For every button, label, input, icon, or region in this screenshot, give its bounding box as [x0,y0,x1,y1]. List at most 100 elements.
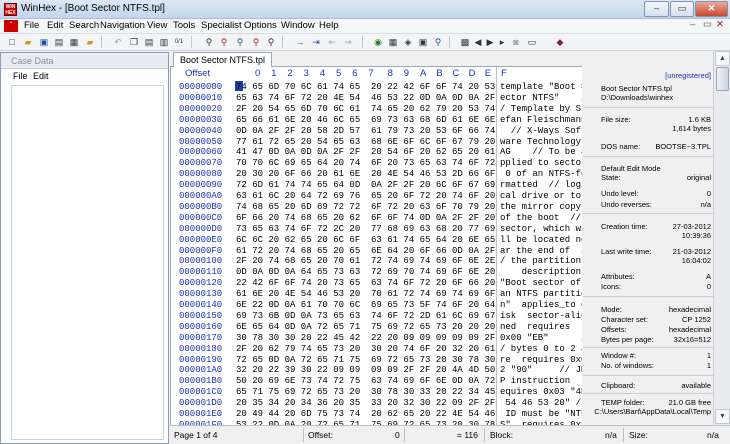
row-hex-bytes[interactable]: 6C 6C 20 62 65 20 6C 6F 63 61 74 65 64 2… [236,235,495,245]
row-text[interactable]: AG // To be a [500,147,582,157]
row-hex-bytes[interactable]: 77 61 72 65 20 54 65 63 68 6E 6F 6C 6F 6… [236,137,495,147]
find-icon[interactable]: ⚲ [203,36,215,48]
open-folder-icon[interactable]: ▰ [22,36,34,48]
row-text[interactable]: "Boot sector of [500,278,582,288]
row-text[interactable]: 0 of an NTFS-fo [500,169,582,179]
case-menu-edit[interactable]: Edit [33,71,49,81]
winhex-app-icon[interactable]: WIN HEX [4,3,17,16]
doc-minimize-button[interactable]: – [690,19,695,30]
camera-icon[interactable]: ◙ [510,36,522,48]
scroll-down-icon[interactable]: ▼ [715,409,730,424]
find-hex-icon[interactable]: ⚲ [218,36,230,48]
menu-specialist[interactable]: Specialist [201,20,242,31]
search-text-icon[interactable]: ◉ [372,36,384,48]
goto-offset-icon[interactable]: → [294,36,306,48]
row-text[interactable]: ll be located ne [500,235,582,245]
replace-hex-icon[interactable]: ⚲ [250,36,262,48]
view-icon[interactable]: ▩ [459,36,471,48]
row-hex-bytes[interactable]: 74 68 65 20 6D 69 72 72 6F 72 20 63 6F 7… [236,202,495,212]
row-hex-bytes[interactable]: 65 66 61 6E 20 46 6C 65 69 73 63 68 6D 6… [236,115,495,125]
row-text[interactable]: P instruction r [500,376,582,386]
hex-editor[interactable]: Offset 01234567 89ABCDEF 00000000 74 65 6D… [170,67,582,425]
undo-icon[interactable]: ↶ [112,36,124,48]
play-arrow-icon[interactable]: ▸ [496,36,508,48]
row-hex-bytes[interactable]: 20 35 34 20 34 36 20 35 33 20 32 30 22 0… [236,398,495,408]
zoom-icon[interactable]: ⚲ [432,36,444,48]
menu-window[interactable]: Window [281,20,315,31]
open-disk-icon[interactable]: ▰ [84,36,96,48]
row-text[interactable]: efan Fleischmann [500,115,582,125]
minimize-button[interactable]: – [644,1,669,17]
hash-icon[interactable]: ▣ [417,36,429,48]
row-text[interactable]: ID must be "NTF [500,409,582,419]
row-hex-bytes[interactable]: 6E 65 64 0D 0A 72 65 71 75 69 72 65 73 2… [236,322,495,332]
row-hex-bytes[interactable]: 2F 20 74 68 65 20 70 61 72 74 69 74 69 6… [236,256,495,266]
menu-view[interactable]: View [147,20,167,31]
row-hex-bytes[interactable]: 2F 20 62 79 74 65 73 20 30 20 74 6F 20 3… [236,344,495,354]
restore-button[interactable]: ▭ [670,1,694,17]
row-hex-bytes[interactable]: 41 47 0D 0A 0D 0A 2F 2F 20 54 6F 20 62 6… [236,147,495,157]
row-hex-bytes[interactable]: 6E 22 0D 0A 61 70 70 6C 69 65 73 5F 74 6… [236,300,495,310]
paste-icon[interactable]: ▤ [143,36,155,48]
back-icon[interactable]: ⇐ [326,36,338,48]
row-hex-bytes[interactable]: 72 65 0D 0A 72 65 71 75 69 72 65 73 20 3… [236,355,495,365]
row-text[interactable]: the mirror copy [500,202,582,212]
vertical-scrollbar[interactable]: ▲ ▼ [713,51,730,425]
document-icon[interactable]: ▭ [526,36,538,48]
row-hex-bytes[interactable]: 2F 20 54 65 6D 70 6C 61 74 65 20 62 79 2… [236,104,495,114]
row-hex-bytes[interactable]: 6F 66 20 74 68 65 20 62 6F 6F 74 0D 0A 2… [236,213,495,223]
row-text[interactable]: re requires 0x0 [500,355,582,365]
case-tree[interactable] [11,85,164,440]
row-text[interactable]: description [500,267,582,277]
row-text[interactable]: 54 46 53 20" // [500,398,582,408]
row-text[interactable]: 2 "90" // JM [500,365,582,375]
row-text[interactable]: ar the end of / [500,246,582,256]
row-text[interactable]: / bytes 0 to 2 a [500,344,582,354]
row-text[interactable]: rmatted // logi [500,180,582,190]
row-text[interactable]: 0x00 "EB" / [500,333,582,343]
row-hex-bytes[interactable]: 20 30 20 6F 66 20 61 6E 20 4E 54 46 53 2… [236,169,495,179]
row-text[interactable]: ector NTFS" / [500,93,582,103]
scroll-thumb[interactable] [716,67,729,91]
scroll-up-icon[interactable]: ▲ [715,51,730,66]
row-hex-bytes[interactable]: 20 49 44 20 6D 75 73 74 20 62 65 20 22 4… [236,409,495,419]
row-text[interactable]: equires 0x03 "4E [500,387,582,397]
menu-edit[interactable]: Edit [47,20,63,31]
cut-icon[interactable]: 0/1 [173,36,185,48]
row-text[interactable]: / the partition. [500,256,582,266]
goto-sector-icon[interactable]: ⇥ [310,36,322,48]
row-hex-bytes[interactable]: 69 73 6B 0D 0A 73 65 63 74 6F 72 2D 61 6… [236,311,495,321]
row-hex-bytes[interactable]: 61 72 20 74 68 65 20 65 6E 64 20 6F 66 0… [236,246,495,256]
case-menu-file[interactable]: File [13,71,28,81]
row-hex-bytes[interactable]: 70 70 6C 69 65 64 20 74 6F 20 73 65 63 7… [236,158,495,168]
row-hex-bytes[interactable]: 32 20 22 39 30 22 09 09 09 09 2F 2F 20 4… [236,365,495,375]
row-text[interactable]: isk sector-alig [500,311,582,321]
forward-icon[interactable]: ⇒ [342,36,354,48]
disk-editor-icon[interactable]: ◈ [402,36,414,48]
paste-special-icon[interactable]: ▥ [158,36,170,48]
row-text[interactable]: pplied to sector [500,158,582,168]
row-hex-bytes[interactable]: 65 71 75 69 72 65 73 20 30 78 30 33 20 2… [236,387,495,397]
row-text[interactable]: / Template by St [500,104,582,114]
row-hex-bytes[interactable]: 72 6D 61 74 74 65 64 0D 0A 2F 2F 20 6C 6… [236,180,495,190]
menu-search[interactable]: Search [69,20,99,31]
print-icon[interactable]: ▤ [53,36,65,48]
close-button[interactable]: ✕ [695,1,728,17]
menu-file[interactable]: File [24,20,39,31]
doc-icon[interactable]: ▪ [4,20,18,32]
row-text[interactable]: ned requires [500,322,582,332]
doc-restore-button[interactable]: ▭ [703,19,712,30]
row-text[interactable]: sector, which wi [500,224,582,234]
tab-boot-sector-ntfs[interactable]: Boot Sector NTFS.tpl [173,52,273,67]
menu-navigation[interactable]: Navigation [100,20,145,31]
properties-icon[interactable]: ▦ [68,36,80,48]
row-hex-bytes[interactable]: 0D 0A 0D 0A 64 65 73 63 72 69 70 74 69 6… [236,267,495,277]
row-hex-bytes[interactable]: 61 6E 20 4E 54 46 53 20 70 61 72 74 69 7… [236,289,495,299]
row-text[interactable]: ware Technology [500,137,582,147]
row-text[interactable]: n" applies_to d [500,300,582,310]
row-hex-bytes[interactable]: 50 20 69 6E 73 74 72 75 63 74 69 6F 6E 0… [236,376,495,386]
prev-arrow-icon[interactable]: ◀ [472,36,484,48]
menu-options[interactable]: Options [244,20,277,31]
doc-close-button[interactable]: ✕ [716,19,724,30]
row-text[interactable]: // X-Ways Soft [500,126,582,136]
